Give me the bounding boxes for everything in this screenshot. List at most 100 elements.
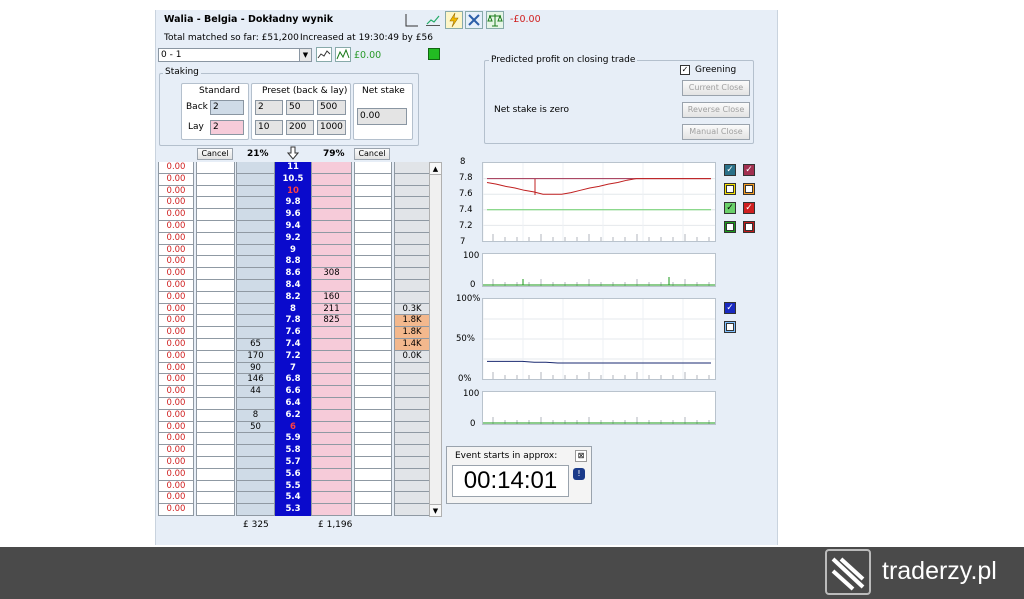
close-icon[interactable]: ⊠ (575, 450, 587, 462)
lightning-icon[interactable] (445, 11, 463, 29)
ladder-back-order-cell[interactable] (196, 173, 235, 186)
ladder-lay-order-cell[interactable] (354, 209, 392, 221)
ladder-lay-order-cell[interactable] (354, 398, 392, 410)
scroll-down-icon[interactable]: ▼ (430, 504, 441, 516)
ladder-lay-order-cell[interactable] (354, 433, 392, 446)
ladder-back-cell[interactable] (236, 221, 275, 233)
ladder-lay-cell[interactable]: 160 (311, 291, 352, 304)
ladder-lay-cell[interactable] (311, 339, 352, 351)
scroll-up-icon[interactable]: ▲ (430, 163, 441, 175)
ladder-back-cell[interactable]: 50 (236, 421, 275, 434)
current-close-button[interactable]: Current Close (682, 80, 750, 96)
series-toggle-orange[interactable] (743, 183, 755, 195)
ladder-back-order-cell[interactable] (196, 185, 235, 198)
ladder-back-cell[interactable] (236, 256, 275, 269)
series-toggle-darkred[interactable] (743, 221, 755, 233)
selection-dropdown[interactable]: 0 - 1 ▼ (158, 48, 312, 62)
ladder-lay-cell[interactable] (311, 280, 352, 292)
ladder-back-order-cell[interactable] (196, 445, 235, 457)
ladder-lay-cell[interactable]: 211 (311, 303, 352, 316)
ladder-lay-cell[interactable] (311, 398, 352, 410)
series-toggle-teal[interactable]: ✓ (724, 164, 736, 176)
ladder-lay-order-cell[interactable] (354, 162, 392, 174)
ladder-back-cell[interactable] (236, 232, 275, 245)
ladder-back-cell[interactable] (236, 457, 275, 469)
info-icon[interactable]: ! (573, 468, 585, 480)
ladder-back-cell[interactable] (236, 492, 275, 505)
cancel-lay-button[interactable]: Cancel (354, 148, 390, 160)
ladder-lay-cell[interactable] (311, 457, 352, 469)
preset-back-2[interactable]: 50 (286, 100, 314, 115)
ladder-lay-cell[interactable] (311, 421, 352, 434)
ladder-lay-order-cell[interactable] (354, 221, 392, 233)
ladder-lay-order-cell[interactable] (354, 256, 392, 269)
ladder-lay-order-cell[interactable] (354, 457, 392, 469)
ladder-back-cell[interactable] (236, 185, 275, 198)
ladder-lay-order-cell[interactable] (354, 244, 392, 257)
ladder-lay-order-cell[interactable] (354, 339, 392, 351)
ladder-back-order-cell[interactable] (196, 244, 235, 257)
ladder-lay-order-cell[interactable] (354, 445, 392, 457)
ladder-back-cell[interactable] (236, 303, 275, 316)
ladder-lay-cell[interactable] (311, 244, 352, 257)
ladder-back-cell[interactable]: 170 (236, 350, 275, 363)
ladder-lay-cell[interactable] (311, 409, 352, 422)
ladder-lay-order-cell[interactable] (354, 291, 392, 304)
ladder-lay-order-cell[interactable] (354, 303, 392, 316)
ladder-back-order-cell[interactable] (196, 374, 235, 387)
ladder-back-cell[interactable]: 8 (236, 409, 275, 422)
ladder-back-order-cell[interactable] (196, 280, 235, 292)
greening-checkbox[interactable]: ✓ (680, 65, 690, 75)
ladder-lay-cell[interactable] (311, 173, 352, 186)
series-toggle-maroon[interactable]: ✓ (743, 164, 755, 176)
ladder-back-cell[interactable] (236, 433, 275, 446)
ladder-back-cell[interactable] (236, 197, 275, 210)
line-chart-icon[interactable] (404, 12, 420, 28)
ladder-lay-order-cell[interactable] (354, 386, 392, 398)
ladder-back-cell[interactable] (236, 280, 275, 292)
ladder-lay-cell[interactable] (311, 256, 352, 269)
ladder-back-order-cell[interactable] (196, 350, 235, 363)
ladder-lay-cell[interactable] (311, 209, 352, 221)
ladder-lay-order-cell[interactable] (354, 504, 392, 516)
ladder-back-order-cell[interactable] (196, 421, 235, 434)
ladder-back-cell[interactable] (236, 504, 275, 516)
ladder-lay-order-cell[interactable] (354, 232, 392, 245)
ladder-back-cell[interactable]: 90 (236, 362, 275, 375)
ladder-lay-cell[interactable] (311, 232, 352, 245)
ladder-lay-cell[interactable] (311, 374, 352, 387)
ladder-lay-order-cell[interactable] (354, 280, 392, 292)
ladder-back-order-cell[interactable] (196, 268, 235, 280)
preset-lay-3[interactable]: 1000 (317, 120, 346, 135)
ladder-lay-cell[interactable] (311, 185, 352, 198)
ladder-lay-cell[interactable] (311, 350, 352, 363)
mini-chart-icon[interactable] (316, 47, 332, 62)
scales-icon[interactable] (486, 11, 504, 29)
ladder-back-order-cell[interactable] (196, 291, 235, 304)
ladder-back-cell[interactable] (236, 398, 275, 410)
series-toggle-lightgreen[interactable]: ✓ (724, 202, 736, 214)
ladder-back-cell[interactable] (236, 244, 275, 257)
ladder-back-cell[interactable] (236, 209, 275, 221)
ladder-back-cell[interactable] (236, 327, 275, 339)
ladder-back-order-cell[interactable] (196, 492, 235, 505)
chart-settings-icon[interactable] (425, 12, 441, 28)
ladder-lay-cell[interactable] (311, 386, 352, 398)
ladder-back-order-cell[interactable] (196, 232, 235, 245)
ladder-lay-order-cell[interactable] (354, 268, 392, 280)
depth-chart-icon[interactable] (335, 47, 351, 62)
ladder-lay-order-cell[interactable] (354, 409, 392, 422)
manual-close-button[interactable]: Manual Close (682, 124, 750, 140)
ladder-lay-cell[interactable] (311, 221, 352, 233)
ladder-lay-cell[interactable] (311, 162, 352, 174)
ladder-back-cell[interactable] (236, 268, 275, 280)
lay-stake-input[interactable]: 2 (210, 120, 244, 135)
series-toggle-blue[interactable]: ✓ (724, 302, 736, 314)
ladder-lay-cell[interactable] (311, 433, 352, 446)
ladder-back-cell[interactable] (236, 445, 275, 457)
ladder-back-order-cell[interactable] (196, 315, 235, 328)
ladder-back-order-cell[interactable] (196, 162, 235, 174)
ladder-back-order-cell[interactable] (196, 468, 235, 481)
ladder-back-order-cell[interactable] (196, 409, 235, 422)
ladder-back-cell[interactable] (236, 480, 275, 493)
